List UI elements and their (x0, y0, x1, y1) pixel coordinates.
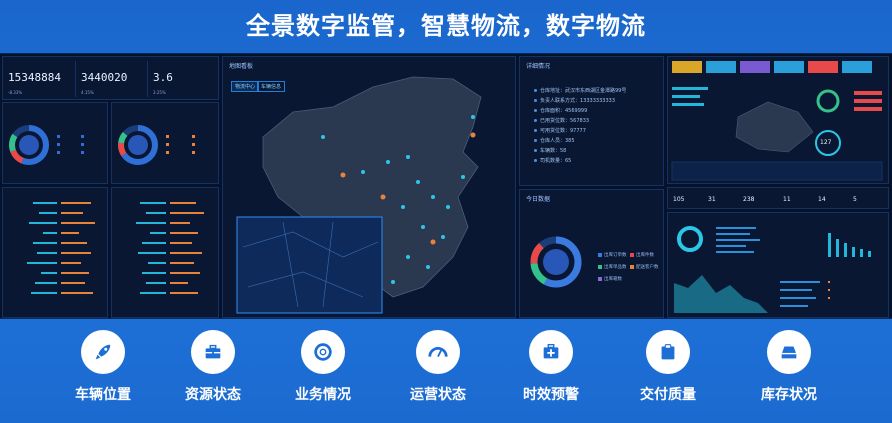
city-inset-map (236, 216, 383, 314)
mini-kpi-4: 11 (783, 196, 791, 203)
dashboard-screenshot: 15348884 -8.33% 3440020 4.15% 3.6 3.25% (0, 53, 892, 319)
donut-chart-left (9, 125, 84, 165)
feature-timeliness[interactable]: 时效预警 (501, 330, 601, 404)
mini-dashboard-bottom-graphic (674, 226, 871, 313)
toolbox-icon (191, 330, 235, 374)
kpi-value-1: 15348884 (8, 71, 61, 84)
hbar-chart-right (136, 202, 204, 294)
mini-kpi-3: 238 (743, 196, 755, 203)
feature-label: 交付质量 (640, 387, 696, 403)
mini-kpi-2: 31 (708, 196, 716, 203)
rocket-icon (81, 330, 125, 374)
feature-vehicle-location[interactable]: 车辆位置 (53, 330, 153, 404)
today-panel: 今日数据 出库订单数 出库件数 出库单品数 配送客户数 出库箱数 (519, 189, 664, 318)
feature-label: 时效预警 (523, 387, 579, 403)
kpi-change-3: 3.25% (153, 90, 166, 95)
mini-dashboard-bottom (667, 212, 889, 318)
map-panel: 地图看板 物流中心 车辆信息 (222, 56, 516, 318)
inbox-icon (767, 330, 811, 374)
legend-item: 出库单品数 (598, 264, 627, 270)
china-map (236, 76, 482, 314)
mini-kpi-5: 14 (818, 196, 826, 203)
feature-label: 车辆位置 (75, 387, 131, 403)
feature-resource-status[interactable]: 资源状态 (163, 330, 263, 404)
detail-row-area: 仓库面积：4569999 (534, 107, 587, 114)
kpi-panel: 15348884 -8.33% 3440020 4.15% 3.6 3.25% (2, 56, 219, 100)
detail-panel: 详细情况 仓库地址：武汉市东西湖区金潭路99号 负责人联系方式：13333333… (519, 56, 664, 186)
bar-panel-left (2, 187, 108, 318)
gauge-icon (416, 330, 460, 374)
detail-row-drivers: 司机数量：65 (534, 157, 571, 164)
donut-panel-right (111, 102, 219, 184)
detail-row-address: 仓库地址：武汉市东西湖区金潭路99号 (534, 87, 626, 94)
page-title: 全景数字监管，智慧物流，数字物流 (246, 12, 646, 40)
detail-row-vehicles: 车辆数：58 (534, 147, 566, 154)
kpi-value-3: 3.6 (153, 71, 173, 84)
feature-label: 库存状况 (761, 387, 817, 403)
clipboard-icon (646, 330, 690, 374)
feature-operation[interactable]: 运营状态 (388, 330, 488, 404)
mini-kpi-6: 5 (853, 196, 857, 203)
legend-item: 配送客户数 (630, 264, 659, 270)
lifebuoy-icon (301, 330, 345, 374)
hbar-chart-left (27, 202, 95, 294)
feature-delivery-quality[interactable]: 交付质量 (618, 330, 718, 404)
mini-kpi-1: 105 (673, 196, 685, 203)
feature-label: 资源状态 (185, 387, 241, 403)
detail-row-used-slots: 已用货位数：567833 (534, 117, 589, 124)
legend-item: 出库件数 (630, 252, 654, 258)
kpi-value-2: 3440020 (81, 71, 128, 84)
dashboard-page: 全景数字监管，智慧物流，数字物流 15348884 -8.33% 3440020… (0, 0, 892, 423)
detail-title: 详细情况 (526, 63, 551, 70)
feature-business[interactable]: 业务情况 (273, 330, 373, 404)
feature-inventory[interactable]: 库存状况 (739, 330, 839, 404)
feature-label: 业务情况 (295, 387, 351, 403)
detail-row-contact: 负责人联系方式：13333333333 (534, 97, 615, 104)
kpi-change-1: -8.33% (8, 90, 23, 95)
today-title: 今日数据 (526, 196, 551, 203)
kpi-change-2: 4.15% (81, 90, 94, 95)
first-aid-icon (529, 330, 573, 374)
donut-chart-right (118, 125, 195, 165)
detail-row-free-slots: 可用货位数：97777 (534, 127, 586, 134)
legend-item: 出库箱数 (598, 276, 622, 282)
mini-dashboard-top: 127 (667, 56, 889, 184)
today-donut-chart (530, 236, 582, 288)
feature-label: 运营状态 (410, 387, 466, 403)
legend-item: 出库订单数 (598, 252, 627, 258)
mini-kpi-strip: 105 31 238 11 14 5 (667, 187, 889, 209)
detail-row-staff: 仓库人员：385 (534, 137, 575, 144)
mini-dashboard-top-graphic (671, 61, 883, 181)
donut-panel-left (2, 102, 108, 184)
gauge-value: 127 (820, 139, 832, 146)
feature-bar: 车辆位置 资源状态 业务情况 运营状态 时效预警 交付质量 库存状况 (0, 320, 892, 423)
bar-panel-right (111, 187, 219, 318)
